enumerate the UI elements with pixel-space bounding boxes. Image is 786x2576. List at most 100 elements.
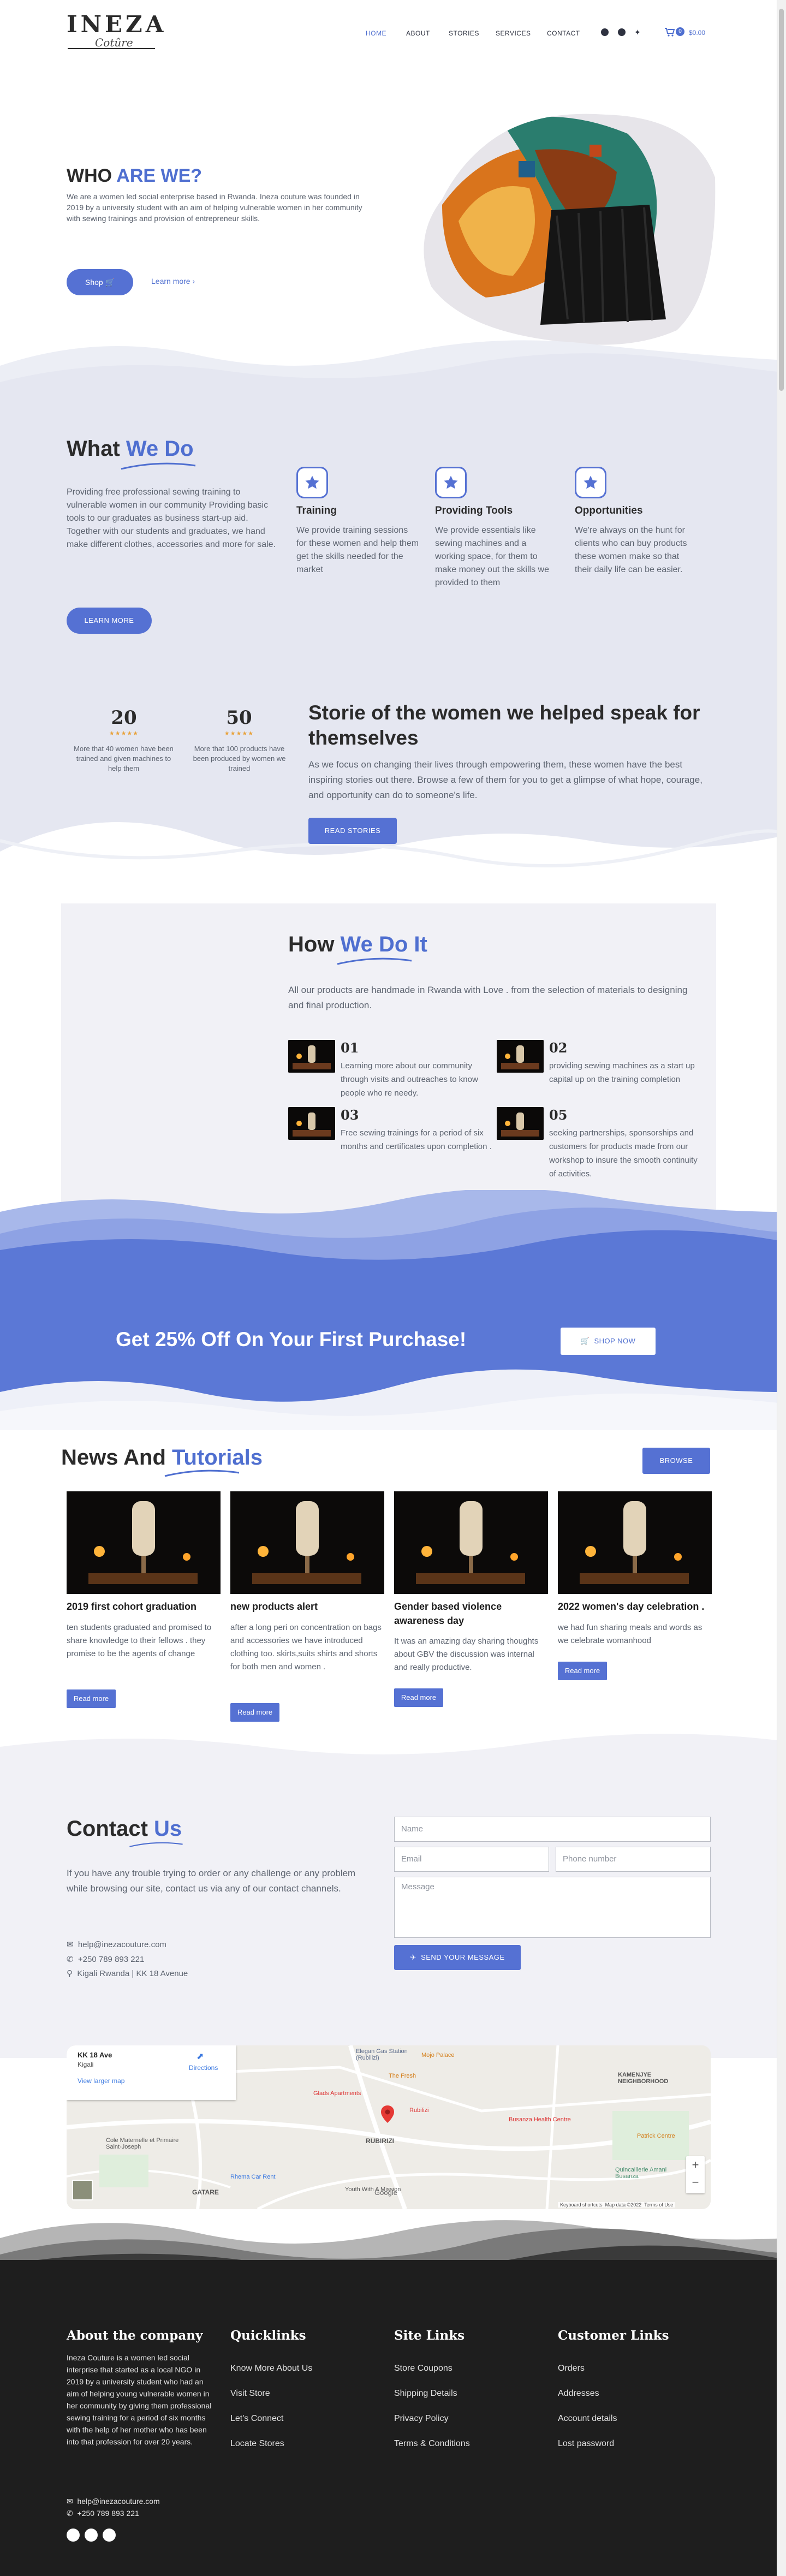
directions-icon[interactable]: ⬈	[196, 2051, 204, 2062]
cart-total[interactable]: $0.00	[689, 29, 705, 37]
facebook-icon[interactable]	[85, 2529, 98, 2542]
news-title: News And Tutorials	[61, 1445, 263, 1470]
email-field[interactable]: Email	[394, 1847, 549, 1872]
cart-icon: 🛒	[105, 278, 115, 287]
phone-field[interactable]: Phone number	[556, 1847, 711, 1872]
cart-count-badge: 0	[676, 27, 684, 36]
news-card-image[interactable]	[67, 1491, 221, 1594]
news-card-title[interactable]: 2022 women's day celebration .	[558, 1599, 712, 1614]
footer-email[interactable]: ✉ help@inezacouture.com	[67, 2495, 160, 2508]
news-card-text: after a long peri on concentration on ba…	[230, 1623, 382, 1671]
step-number: 02	[549, 1040, 568, 1056]
nav-home[interactable]: HOME	[366, 29, 386, 37]
feature-text: We're always on the hunt for clients who…	[575, 526, 687, 574]
title-underline	[337, 957, 412, 965]
footer-link[interactable]: Locate Stores	[230, 2439, 284, 2449]
zoom-out-icon[interactable]: −	[686, 2174, 705, 2191]
nav-services[interactable]: SERVICES	[496, 29, 531, 37]
footer-link[interactable]: Let's Connect	[230, 2414, 283, 2424]
news-card-title[interactable]: new products alert	[230, 1599, 384, 1614]
feature-text: We provide essentials like sewing machin…	[435, 526, 549, 587]
view-larger-map-link[interactable]: View larger map	[78, 2077, 225, 2085]
step-text: seeking partnerships, sponsorships and c…	[549, 1128, 698, 1179]
instagram-icon[interactable]	[601, 28, 609, 36]
news-card-text: It was an amazing day sharing thoughts a…	[394, 1637, 539, 1672]
footer-link[interactable]: Lost password	[558, 2439, 614, 2449]
step-number: 01	[341, 1040, 359, 1056]
footer-link[interactable]: Shipping Details	[394, 2389, 457, 2399]
footer-link[interactable]: Visit Store	[230, 2389, 270, 2399]
what-we-do-title: What We Do	[67, 437, 194, 461]
news-card-text: we had fun sharing meals and words as we…	[558, 1623, 702, 1645]
news-card-image[interactable]	[394, 1491, 548, 1594]
map-label: KAMENJYE NEIGHBORHOOD	[618, 2072, 669, 2085]
terms-link[interactable]: Terms of Use	[644, 2202, 673, 2208]
directions-link[interactable]: Directions	[189, 2064, 218, 2072]
footer-phone[interactable]: ✆ +250 789 893 221	[67, 2507, 139, 2520]
nav-contact[interactable]: CONTACT	[547, 29, 580, 37]
browse-button[interactable]: BROWSE	[642, 1448, 710, 1474]
footer-heading: Site Links	[394, 2328, 465, 2343]
nav-stories[interactable]: STORIES	[449, 29, 479, 37]
footer-link[interactable]: Account details	[558, 2414, 617, 2424]
instagram-icon[interactable]	[67, 2529, 80, 2542]
shop-now-button[interactable]: 🛒 SHOP NOW	[561, 1328, 656, 1355]
read-more-button[interactable]: Read more	[558, 1662, 607, 1680]
map-embed[interactable]: KK 18 Ave Kigali View larger map ⬈ Direc…	[67, 2045, 711, 2209]
twitter-icon[interactable]: ✦	[634, 28, 641, 37]
contact-email[interactable]: ✉ help@inezacouture.com	[67, 1940, 166, 1949]
map-pin-icon[interactable]	[381, 2105, 394, 2123]
what-we-do-text: Providing free professional sewing train…	[67, 487, 276, 549]
stories-title: Storie of the women we helped speak for …	[308, 701, 700, 749]
facebook-icon[interactable]	[618, 28, 626, 36]
how-text: All our products are handmade in Rwanda …	[288, 985, 688, 1010]
feature-title-tools: Providing Tools	[435, 505, 513, 516]
news-card-image[interactable]	[230, 1491, 384, 1594]
footer-link[interactable]: Privacy Policy	[394, 2414, 449, 2424]
shop-button[interactable]: Shop 🛒	[67, 269, 133, 295]
read-more-button[interactable]: Read more	[67, 1689, 116, 1708]
logo[interactable]: INEZA	[67, 11, 166, 38]
feature-title-opportunities: Opportunities	[575, 505, 643, 516]
map-zoom-controls[interactable]: + −	[686, 2156, 705, 2193]
map-label: RUBIRIZI	[366, 2137, 394, 2145]
read-more-button[interactable]: Read more	[230, 1703, 279, 1722]
cart-icon: 🛒	[580, 1337, 590, 1345]
footer-link[interactable]: Orders	[558, 2364, 585, 2373]
news-card-title[interactable]: 2019 first cohort graduation	[67, 1599, 221, 1614]
map-layers-thumbnail[interactable]	[72, 2180, 93, 2200]
step-number: 03	[341, 1107, 359, 1123]
footer-link[interactable]: Addresses	[558, 2389, 599, 2399]
twitter-icon[interactable]	[103, 2529, 116, 2542]
news-card-title[interactable]: Gender based violence awareness day	[394, 1599, 536, 1628]
map-label: Mojo Palace	[421, 2052, 455, 2059]
mail-icon: ✉	[67, 2497, 73, 2506]
feature-title-training: Training	[296, 505, 337, 516]
contact-phone[interactable]: ✆ +250 789 893 221	[67, 1954, 144, 1964]
learn-more-link[interactable]: Learn more ›	[151, 277, 195, 285]
news-card-image[interactable]	[558, 1491, 712, 1594]
scrollbar-thumb[interactable]	[779, 9, 784, 391]
message-field[interactable]: Message	[394, 1877, 711, 1938]
learn-more-button[interactable]: LEARN MORE	[67, 608, 152, 634]
send-message-button[interactable]: ✈ SEND YOUR MESSAGE	[394, 1945, 521, 1970]
name-field[interactable]: Name	[394, 1817, 711, 1842]
stat-text: More that 100 products have been produce…	[193, 745, 286, 772]
read-more-button[interactable]: Read more	[394, 1688, 443, 1707]
footer-link[interactable]: Know More About Us	[230, 2364, 312, 2373]
logo-tagline: Cotûre	[95, 36, 133, 49]
read-stories-button[interactable]: READ STORIES	[308, 818, 397, 844]
footer-heading: Customer Links	[558, 2328, 669, 2343]
footer-link[interactable]: Terms & Conditions	[394, 2439, 470, 2449]
step-image	[288, 1040, 335, 1073]
keyboard-shortcuts-link[interactable]: Keyboard shortcuts	[560, 2202, 603, 2208]
step-image	[288, 1107, 335, 1140]
map-label: Glads Apartments	[313, 2090, 361, 2097]
title-underline	[164, 1470, 240, 1477]
map-label: Quincaillerie Amani Busanza	[615, 2167, 667, 2180]
hero-text: We are a women led social enterprise bas…	[67, 192, 362, 223]
nav-about[interactable]: ABOUT	[406, 29, 430, 37]
cart-icon[interactable]	[664, 27, 675, 37]
footer-link[interactable]: Store Coupons	[394, 2364, 452, 2373]
zoom-in-icon[interactable]: +	[686, 2156, 705, 2174]
